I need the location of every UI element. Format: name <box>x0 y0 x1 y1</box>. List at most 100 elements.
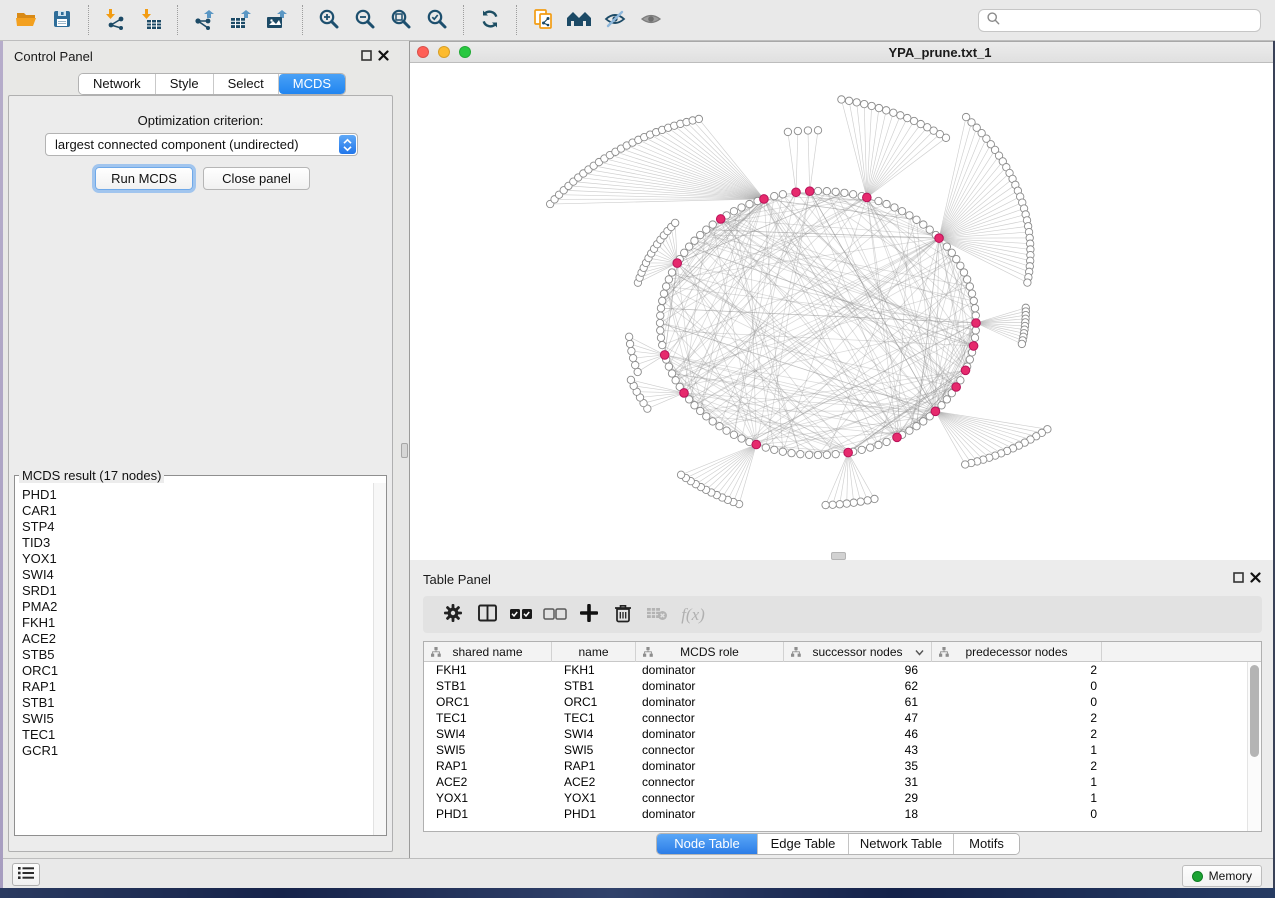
table-row[interactable]: TEC1TEC1connector472 <box>424 710 1247 726</box>
minimize-traffic-light[interactable] <box>438 46 450 58</box>
tab-select[interactable]: Select <box>214 74 279 94</box>
deselect-all-button[interactable] <box>538 600 572 630</box>
memory-button[interactable]: Memory <box>1182 865 1262 887</box>
delete-table-button[interactable] <box>640 600 674 630</box>
toolbar-separator <box>88 5 89 35</box>
table-cell-predecessor_nodes: 2 <box>932 662 1102 678</box>
delete-row-button[interactable] <box>606 600 640 630</box>
zoom-fit-icon <box>390 8 412 33</box>
add-row-button[interactable] <box>572 600 606 630</box>
tab-node-table[interactable]: Node Table <box>657 834 758 854</box>
float-panel-button[interactable] <box>359 49 373 63</box>
close-table-panel-button[interactable] <box>1248 571 1262 585</box>
mcds-result-item[interactable]: TEC1 <box>15 727 372 743</box>
column-header[interactable]: MCDS role <box>636 642 784 662</box>
column-header[interactable]: name <box>552 642 636 662</box>
save-button[interactable] <box>44 3 80 37</box>
export-table-button[interactable] <box>222 3 258 37</box>
table-row[interactable]: ORC1ORC1dominator610 <box>424 694 1247 710</box>
mcds-result-item[interactable]: FKH1 <box>15 615 372 631</box>
mcds-result-item[interactable]: TID3 <box>15 535 372 551</box>
table-row[interactable]: SWI5SWI5connector431 <box>424 742 1247 758</box>
mcds-result-scrollbar[interactable] <box>373 483 386 835</box>
mcds-result-item[interactable]: STP4 <box>15 519 372 535</box>
maximize-traffic-light[interactable] <box>459 46 471 58</box>
float-table-panel-button[interactable] <box>1231 571 1245 585</box>
refresh-button[interactable] <box>472 3 508 37</box>
tab-network-table[interactable]: Network Table <box>849 834 954 854</box>
zoom-selected-button[interactable] <box>419 3 455 37</box>
mcds-result-item[interactable]: STB1 <box>15 695 372 711</box>
zoom-out-button[interactable] <box>347 3 383 37</box>
main-toolbar <box>0 0 1275 41</box>
column-header[interactable]: successor nodes <box>784 642 932 662</box>
control-panel-header: Control Panel <box>3 41 400 69</box>
table-scrollbar-thumb[interactable] <box>1250 665 1259 757</box>
task-history-button[interactable] <box>12 863 40 886</box>
mcds-result-item[interactable]: ACE2 <box>15 631 372 647</box>
table-cell-mcds_role: connector <box>636 710 784 726</box>
table-settings-button[interactable] <box>436 600 470 630</box>
mcds-result-item[interactable]: GCR1 <box>15 743 372 759</box>
show-all-button[interactable] <box>633 3 669 37</box>
control-panel: Control Panel Network Style Select MCDS … <box>3 41 400 858</box>
mcds-result-item[interactable]: CAR1 <box>15 503 372 519</box>
table-row[interactable]: SWI4SWI4dominator462 <box>424 726 1247 742</box>
table-cell-mcds_role: dominator <box>636 662 784 678</box>
mcds-result-item[interactable]: YOX1 <box>15 551 372 567</box>
trash-icon <box>613 603 633 626</box>
import-table-button[interactable] <box>133 3 169 37</box>
column-header[interactable]: shared name <box>424 642 552 662</box>
vertical-splitter[interactable] <box>400 41 410 858</box>
mcds-result-item[interactable]: SWI4 <box>15 567 372 583</box>
show-columns-button[interactable] <box>470 600 504 630</box>
mcds-result-item[interactable]: SWI5 <box>15 711 372 727</box>
table-row[interactable]: PHD1PHD1dominator180 <box>424 806 1247 822</box>
run-mcds-button[interactable]: Run MCDS <box>95 167 193 190</box>
tab-mcds[interactable]: MCDS <box>279 74 345 94</box>
open-file-button[interactable] <box>8 3 44 37</box>
mcds-result-item[interactable]: ORC1 <box>15 663 372 679</box>
tab-edge-table[interactable]: Edge Table <box>758 834 849 854</box>
mcds-result-item[interactable]: PHD1 <box>15 487 372 503</box>
hide-selected-button[interactable] <box>597 3 633 37</box>
table-scrollbar[interactable] <box>1247 662 1261 831</box>
criterion-select[interactable]: largest connected component (undirected) <box>45 133 358 156</box>
tab-style[interactable]: Style <box>156 74 214 94</box>
table-row[interactable]: ACE2ACE2connector311 <box>424 774 1247 790</box>
network-canvas[interactable] <box>410 63 1273 560</box>
export-image-button[interactable] <box>258 3 294 37</box>
table-cell-successor_nodes: 35 <box>784 758 932 774</box>
vertical-splitter-handle[interactable] <box>401 443 408 458</box>
table-cell-name: PHD1 <box>552 806 636 822</box>
tab-motifs[interactable]: Motifs <box>954 834 1019 854</box>
table-row[interactable]: STB1STB1dominator620 <box>424 678 1247 694</box>
column-header[interactable]: predecessor nodes <box>932 642 1102 662</box>
close-traffic-light[interactable] <box>417 46 429 58</box>
zoom-fit-button[interactable] <box>383 3 419 37</box>
table-row[interactable]: YOX1YOX1connector291 <box>424 790 1247 806</box>
horizontal-splitter-handle[interactable] <box>831 552 846 560</box>
zoom-in-button[interactable] <box>311 3 347 37</box>
copy-network-button[interactable] <box>525 3 561 37</box>
mcds-result-item[interactable]: STB5 <box>15 647 372 663</box>
tab-network[interactable]: Network <box>79 74 156 94</box>
table-row[interactable]: RAP1RAP1dominator352 <box>424 758 1247 774</box>
mcds-result-item[interactable]: RAP1 <box>15 679 372 695</box>
houses-icon <box>566 9 592 32</box>
export-network-button[interactable] <box>186 3 222 37</box>
search-input[interactable] <box>1001 14 1260 28</box>
function-builder-button[interactable]: f(x) <box>674 600 708 630</box>
first-neighbors-button[interactable] <box>561 3 597 37</box>
memory-button-label: Memory <box>1209 869 1252 883</box>
table-panel: Table Panel f(x) shared namenameMCDS rol… <box>410 566 1273 858</box>
table-cell-shared_name: TEC1 <box>424 710 552 726</box>
close-panel-button[interactable] <box>376 49 390 63</box>
import-network-button[interactable] <box>97 3 133 37</box>
close-panel-button-mcds[interactable]: Close panel <box>203 167 310 190</box>
select-all-button[interactable] <box>504 600 538 630</box>
mcds-result-item[interactable]: SRD1 <box>15 583 372 599</box>
table-row[interactable]: FKH1FKH1dominator962 <box>424 662 1247 678</box>
mcds-result-item[interactable]: PMA2 <box>15 599 372 615</box>
search-icon <box>986 11 1001 31</box>
